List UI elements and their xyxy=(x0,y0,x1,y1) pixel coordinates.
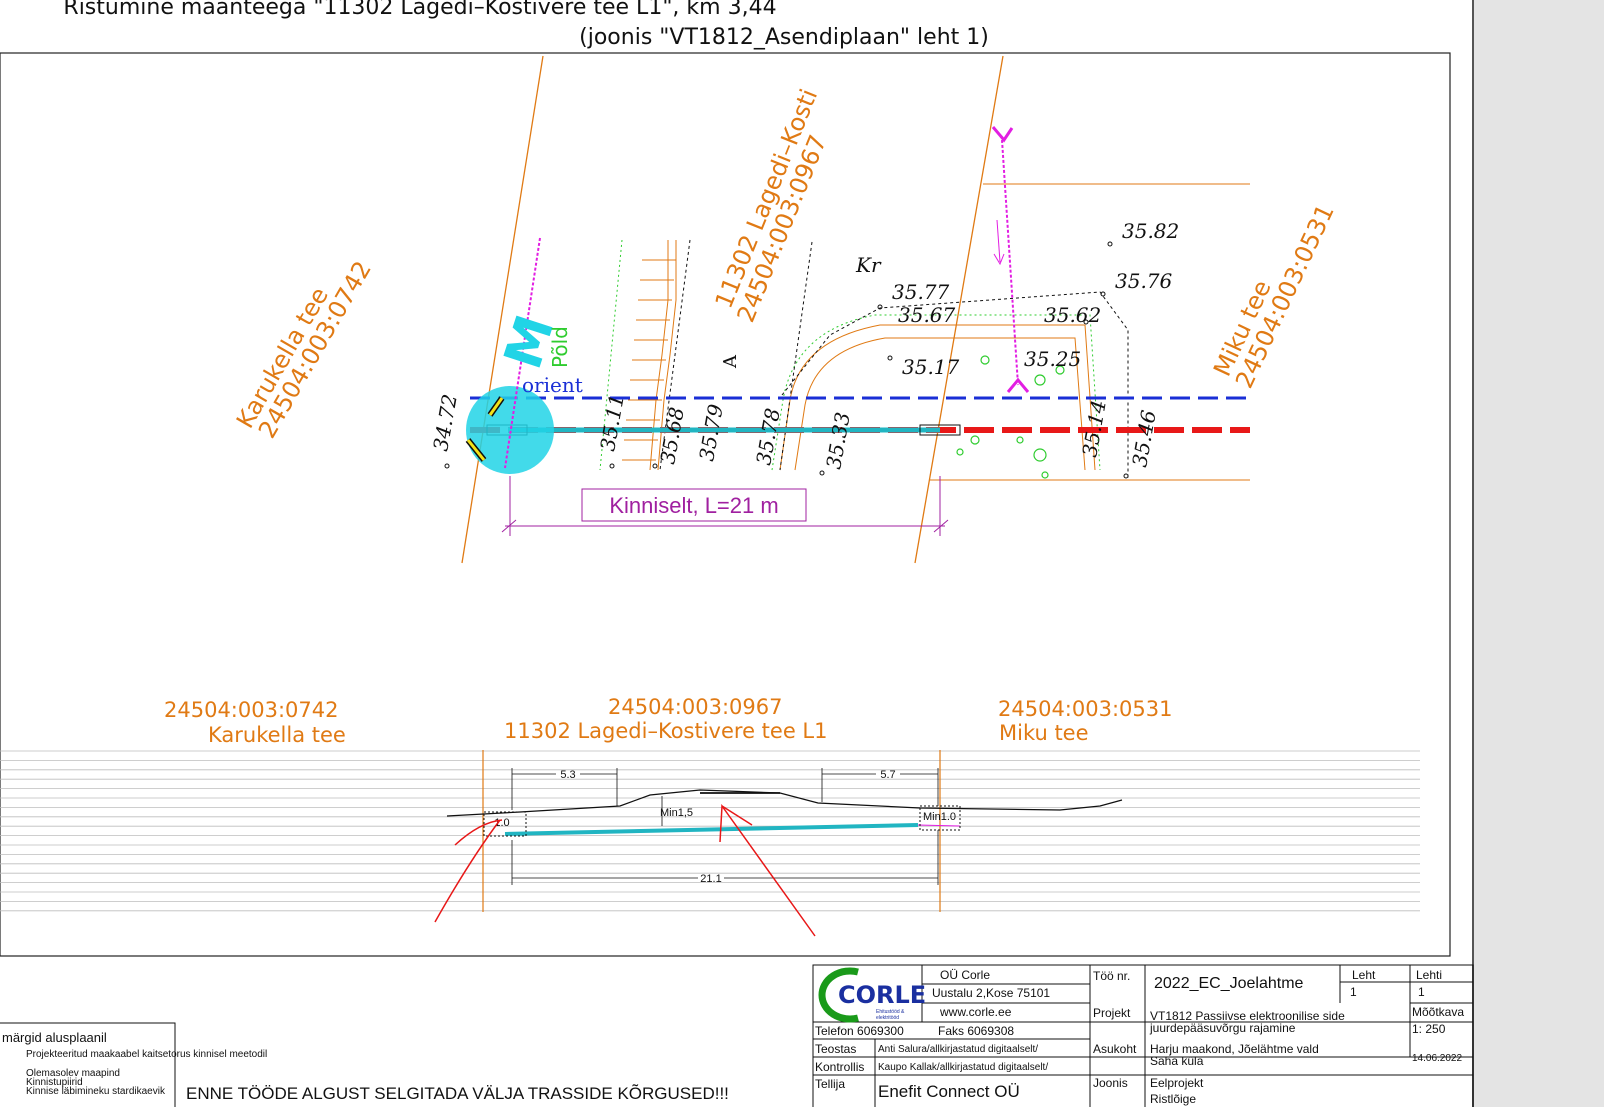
logo-text: CORLE xyxy=(838,981,926,1009)
title-line2: (joonis "VT1812_Asendiplaan" leht 1) xyxy=(579,25,989,50)
svg-text:Faks 6069308: Faks 6069308 xyxy=(938,1024,1014,1038)
corle-logo: CORLE Ehitustööd & elektritööd xyxy=(818,967,926,1023)
svg-text:1: 1 xyxy=(1418,985,1425,999)
section-right-id: 24504:003:0531 xyxy=(998,697,1172,721)
section-labels: 24504:003:0742 Karukella tee 24504:003:0… xyxy=(164,695,1172,747)
magenta-marker-top xyxy=(991,126,1014,143)
plan-view: Kinniselt, L=21 m Karukella tee 24504:00… xyxy=(231,55,1340,564)
legend-item-3: Kinnise läbimineku stardikaevik xyxy=(26,1086,166,1097)
svg-text:5.7: 5.7 xyxy=(880,769,895,781)
start-pit-circle xyxy=(466,386,554,474)
svg-text:2022_EC_Joelahtme: 2022_EC_Joelahtme xyxy=(1154,975,1304,992)
svg-text:21.1: 21.1 xyxy=(700,873,721,885)
svg-text:14.06.2022: 14.06.2022 xyxy=(1412,1053,1462,1064)
section-left-id: 24504:003:0742 xyxy=(164,698,338,722)
label-kr: Kr xyxy=(855,253,882,277)
svg-text:Enefit Connect OÜ: Enefit Connect OÜ xyxy=(878,1082,1020,1101)
svg-text:Projekt: Projekt xyxy=(1093,1006,1131,1020)
svg-text:35.67: 35.67 xyxy=(898,303,956,327)
svg-text:Lehti: Lehti xyxy=(1416,968,1442,982)
red-markup-arrows xyxy=(434,803,816,937)
svg-text:Ristlõige: Ristlõige xyxy=(1150,1092,1196,1106)
svg-text:www.corle.ee: www.corle.ee xyxy=(939,1005,1012,1019)
legend-item-0: Projekteeritud maakaabel kaitsetorus kin… xyxy=(26,1049,267,1060)
parcel-label-left: Karukella tee 24504:003:0742 xyxy=(231,256,377,443)
svg-text:Töö nr.: Töö nr. xyxy=(1093,969,1130,983)
svg-text:35.77: 35.77 xyxy=(892,280,950,304)
svg-text:34.72: 34.72 xyxy=(428,392,462,453)
svg-text:Uustalu 2,Kose 75101: Uustalu 2,Kose 75101 xyxy=(932,986,1050,1000)
svg-text:1: 1 xyxy=(1350,985,1357,999)
svg-text:Saha küla: Saha küla xyxy=(1150,1054,1204,1068)
green-shrubs xyxy=(956,355,1065,479)
svg-text:35.62: 35.62 xyxy=(1044,303,1101,327)
svg-text:Tellija: Tellija xyxy=(815,1077,845,1091)
svg-text:35.17: 35.17 xyxy=(902,355,960,379)
title-line1: Ristumine maanteega "11302 Lagedi–Kostiv… xyxy=(63,0,776,20)
svg-text:Kontrollis: Kontrollis xyxy=(815,1060,864,1074)
svg-text:juurdepääsuvõrgu rajamine: juurdepääsuvõrgu rajamine xyxy=(1149,1021,1296,1035)
svg-text:35.78: 35.78 xyxy=(751,406,785,467)
section-mid-id: 24504:003:0967 xyxy=(608,695,782,719)
svg-text:35.46: 35.46 xyxy=(1127,408,1161,469)
drawing-canvas: Ristumine maanteega "11302 Lagedi–Kostiv… xyxy=(0,0,1474,1107)
svg-text:Min1,5: Min1,5 xyxy=(660,807,693,819)
svg-text:35.25: 35.25 xyxy=(1024,347,1081,371)
svg-text:35.11: 35.11 xyxy=(595,392,629,453)
magenta-line-right xyxy=(1001,139,1019,386)
magenta-marker-bottom xyxy=(1006,377,1030,393)
parcel-label-right: Miku tee 24504:003:0531 xyxy=(1208,200,1340,393)
cross-section: 24504:003:0742 Karukella tee 24504:003:0… xyxy=(0,695,1420,937)
svg-text:35.79: 35.79 xyxy=(694,402,728,463)
svg-text:35.33: 35.33 xyxy=(821,410,855,471)
svg-text:35.68: 35.68 xyxy=(655,405,689,466)
svg-text:5.3: 5.3 xyxy=(560,769,575,781)
svg-text:35.82: 35.82 xyxy=(1122,219,1179,243)
svg-text:Mõõtkava: Mõõtkava xyxy=(1412,1005,1464,1019)
section-left-name: Karukella tee xyxy=(208,723,346,747)
svg-text:Asukoht: Asukoht xyxy=(1093,1042,1137,1056)
svg-text:Leht: Leht xyxy=(1352,968,1376,982)
svg-text:Anti Salura/allkirjastatud dig: Anti Salura/allkirjastatud digitaalselt/ xyxy=(878,1044,1038,1055)
parcel-boundary-left xyxy=(461,55,544,564)
section-mid-name: 11302 Lagedi–Kostivere tee L1 xyxy=(504,719,827,743)
svg-text:Joonis: Joonis xyxy=(1093,1076,1128,1090)
svg-text:Kaupo Kallak/allkirjastatud di: Kaupo Kallak/allkirjastatud digitaalselt… xyxy=(878,1062,1048,1073)
svg-text:1: 250: 1: 250 xyxy=(1412,1022,1446,1036)
flow-arrow xyxy=(996,219,1001,263)
ground-profile xyxy=(446,789,1123,817)
svg-text:35.14: 35.14 xyxy=(1077,398,1111,459)
svg-text:35.76: 35.76 xyxy=(1115,269,1173,293)
warning-note: ENNE TÖÖDE ALGUST SELGITADA VÄLJA TRASSI… xyxy=(186,1084,729,1103)
svg-text:Min1.0: Min1.0 xyxy=(923,811,956,823)
svg-text:1.0: 1.0 xyxy=(494,817,509,829)
svg-text:OÜ Corle: OÜ Corle xyxy=(940,968,990,982)
span-label: Kinniselt, L=21 m xyxy=(609,493,778,518)
label-pold: Põld xyxy=(548,326,572,368)
label-orient: orient xyxy=(522,373,583,397)
svg-text:elektritööd: elektritööd xyxy=(876,1015,899,1021)
svg-text:Telefon 6069300: Telefon 6069300 xyxy=(815,1024,904,1038)
legend-title: märgid alusplaanil xyxy=(2,1030,107,1045)
section-right-name: Miku tee xyxy=(999,721,1089,745)
parcel-label-mid: 11302 Lagedi–Kosti 24504:003:0967 xyxy=(710,85,833,326)
label-a: A xyxy=(720,354,741,369)
svg-text:Teostas: Teostas xyxy=(815,1042,856,1056)
svg-text:Eelprojekt: Eelprojekt xyxy=(1150,1076,1204,1090)
